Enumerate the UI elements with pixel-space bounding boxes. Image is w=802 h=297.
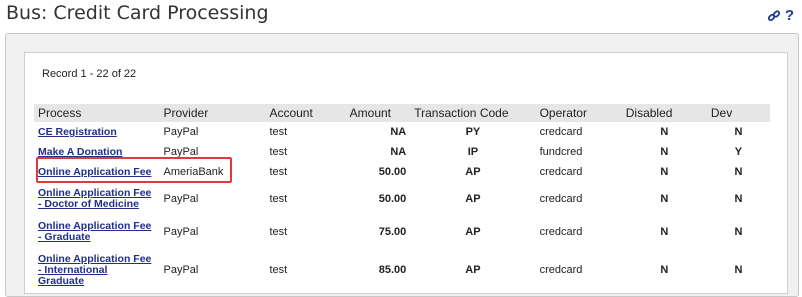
table-row: Online Application Fee - Doctor of Medic… [34,182,770,215]
credit-card-table: Process Provider Account Amount Transact… [34,104,770,292]
operator-cell: credcard [539,126,583,138]
process-link[interactable]: Make A Donation [38,147,122,158]
process-link[interactable]: Online Application Fee - Graduate [38,220,156,243]
amount-cell: 50.00 [378,192,407,205]
table-header-row: Process Provider Account Amount Transact… [34,104,770,122]
account-cell: test [269,264,288,276]
table-row: Online Application Fee AmeriaBank test 5… [34,162,770,182]
col-header-disabled[interactable]: Disabled [621,104,707,122]
col-header-transaction-code[interactable]: Transaction Code [410,104,536,122]
account-cell: test [269,126,288,138]
transaction-code-cell: IP [467,146,479,158]
account-cell: test [269,146,288,158]
disabled-cell: N [660,126,669,138]
col-header-dev[interactable]: Dev [706,104,770,122]
account-cell: test [269,192,288,205]
record-count: Record 1 - 22 of 22 [42,68,136,80]
table-row: Online Application Fee - Graduate PayPal… [34,215,770,248]
record-count-text: Record 1 - 22 of 22 [42,68,137,80]
help-icon[interactable]: ? [785,8,794,23]
amount-cell: NA [390,146,407,158]
disabled-cell: N [660,166,669,178]
transaction-code-cell: AP [465,225,481,238]
col-header-account[interactable]: Account [265,104,346,122]
process-link[interactable]: CE Registration [38,127,117,138]
disabled-cell: N [660,225,669,238]
operator-cell: credcard [539,264,583,276]
account-cell: test [269,166,288,178]
process-link[interactable]: Online Application Fee - Doctor of Medic… [38,187,156,210]
disabled-cell: N [660,146,669,158]
operator-cell: credcard [539,225,583,238]
account-cell: test [269,225,288,238]
table-row: Make A Donation PayPal test NA IP fundcr… [34,142,770,162]
process-link[interactable]: Online Application Fee [38,167,151,178]
col-header-operator[interactable]: Operator [535,104,622,122]
disabled-cell: N [660,192,669,205]
provider-cell: PayPal [163,126,199,138]
amount-cell: 50.00 [378,166,407,178]
col-header-process[interactable]: Process [34,104,160,122]
dev-cell: N [734,192,743,205]
provider-cell: PayPal [163,225,199,238]
operator-cell: fundcred [539,146,583,158]
dev-cell: N [734,166,743,178]
page-title: Bus: Credit Card Processing [6,2,269,24]
transaction-code-cell: AP [465,264,481,276]
dev-cell: Y [734,146,743,158]
table-row: Online Application Fee - International G… [34,248,770,292]
amount-cell: 75.00 [378,225,407,238]
provider-cell: AmeriaBank [163,166,224,178]
provider-cell: PayPal [163,146,199,158]
link-icon[interactable] [767,9,781,23]
title-icons: ? [767,8,794,23]
operator-cell: credcard [539,166,583,178]
dev-cell: N [734,126,743,138]
dev-cell: N [734,225,743,238]
transaction-code-cell: AP [465,166,481,178]
provider-cell: PayPal [163,264,199,276]
dev-cell: N [734,264,743,276]
transaction-code-cell: PY [465,126,481,138]
table-row: CE Registration PayPal test NA PY credca… [34,122,770,142]
process-link[interactable]: Online Application Fee - International G… [38,253,156,287]
provider-cell: PayPal [163,192,199,205]
disabled-cell: N [660,264,669,276]
amount-cell: 85.00 [378,264,407,276]
col-header-provider[interactable]: Provider [159,104,266,122]
transaction-code-cell: AP [465,192,481,205]
col-header-amount[interactable]: Amount [345,104,411,122]
operator-cell: credcard [539,192,583,205]
amount-cell: NA [390,126,407,138]
